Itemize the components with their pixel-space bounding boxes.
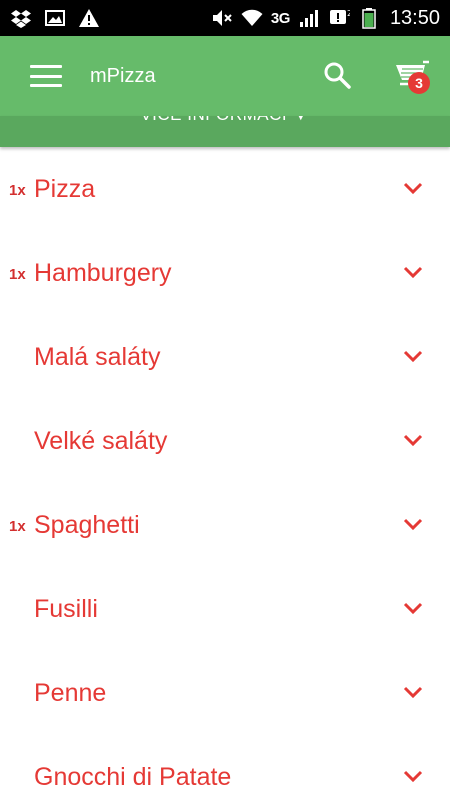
svg-text:2: 2 [347, 9, 350, 18]
category-quantity: 1x [9, 182, 26, 199]
dropbox-icon [10, 7, 32, 29]
mute-icon [211, 7, 233, 29]
warning-icon [78, 7, 100, 29]
more-info-label: VÍCE INFORMACÍ ▼ [0, 116, 450, 125]
category-label: Hamburgery [34, 259, 172, 287]
more-info-button[interactable]: VÍCE INFORMACÍ ▼ [0, 116, 450, 147]
chevron-down-icon [403, 434, 423, 447]
chevron-down-icon [403, 770, 423, 783]
chevron-down-icon [403, 518, 423, 531]
status-bar: 3G 2 13:50 [0, 0, 450, 36]
category-label: Malá saláty [34, 343, 161, 371]
category-label: Gnocchi di Patate [34, 763, 232, 791]
category-label: Fusilli [34, 595, 98, 623]
chevron-down-icon [403, 686, 423, 699]
category-item-fusilli[interactable]: Fusilli [0, 568, 450, 652]
category-label: Penne [34, 679, 107, 707]
wifi-icon [241, 7, 263, 29]
clock: 13:50 [389, 6, 440, 29]
battery-icon [358, 7, 380, 29]
chevron-down-icon [403, 266, 423, 279]
category-label: Velké saláty [34, 427, 168, 455]
category-item-velke-salaty[interactable]: Velké saláty [0, 400, 450, 484]
chevron-down-icon [403, 602, 423, 615]
cart-count-badge: 3 [408, 72, 430, 94]
category-quantity: 1x [9, 518, 26, 535]
cart-button[interactable]: 3 [390, 58, 432, 96]
search-icon[interactable] [322, 60, 352, 90]
category-item-gnocchi-di-patate[interactable]: Gnocchi di Patate [0, 736, 450, 800]
category-list: 1x Pizza 1x Hamburgery Malá saláty Velké… [0, 148, 450, 800]
app-bar: mPizza 3 [0, 36, 450, 116]
chevron-down-icon [403, 350, 423, 363]
category-item-pizza[interactable]: 1x Pizza [0, 148, 450, 232]
category-quantity: 1x [9, 266, 26, 283]
category-item-spaghetti[interactable]: 1x Spaghetti [0, 484, 450, 568]
image-icon [44, 7, 66, 29]
category-item-hamburgery[interactable]: 1x Hamburgery [0, 232, 450, 316]
signal-icon [298, 7, 320, 29]
category-label: Pizza [34, 175, 96, 203]
hamburger-menu-icon[interactable] [30, 65, 62, 87]
screen: 3G 2 13:50 mPizza 3 1x Pizza 1x Hamburge… [0, 0, 450, 800]
category-item-mala-salaty[interactable]: Malá saláty [0, 316, 450, 400]
notification-icon: 2 [328, 7, 350, 29]
category-item-penne[interactable]: Penne [0, 652, 450, 736]
category-label: Spaghetti [34, 511, 140, 539]
network-type: 3G [270, 9, 291, 27]
app-title: mPizza [90, 64, 156, 87]
chevron-down-icon [403, 182, 423, 195]
